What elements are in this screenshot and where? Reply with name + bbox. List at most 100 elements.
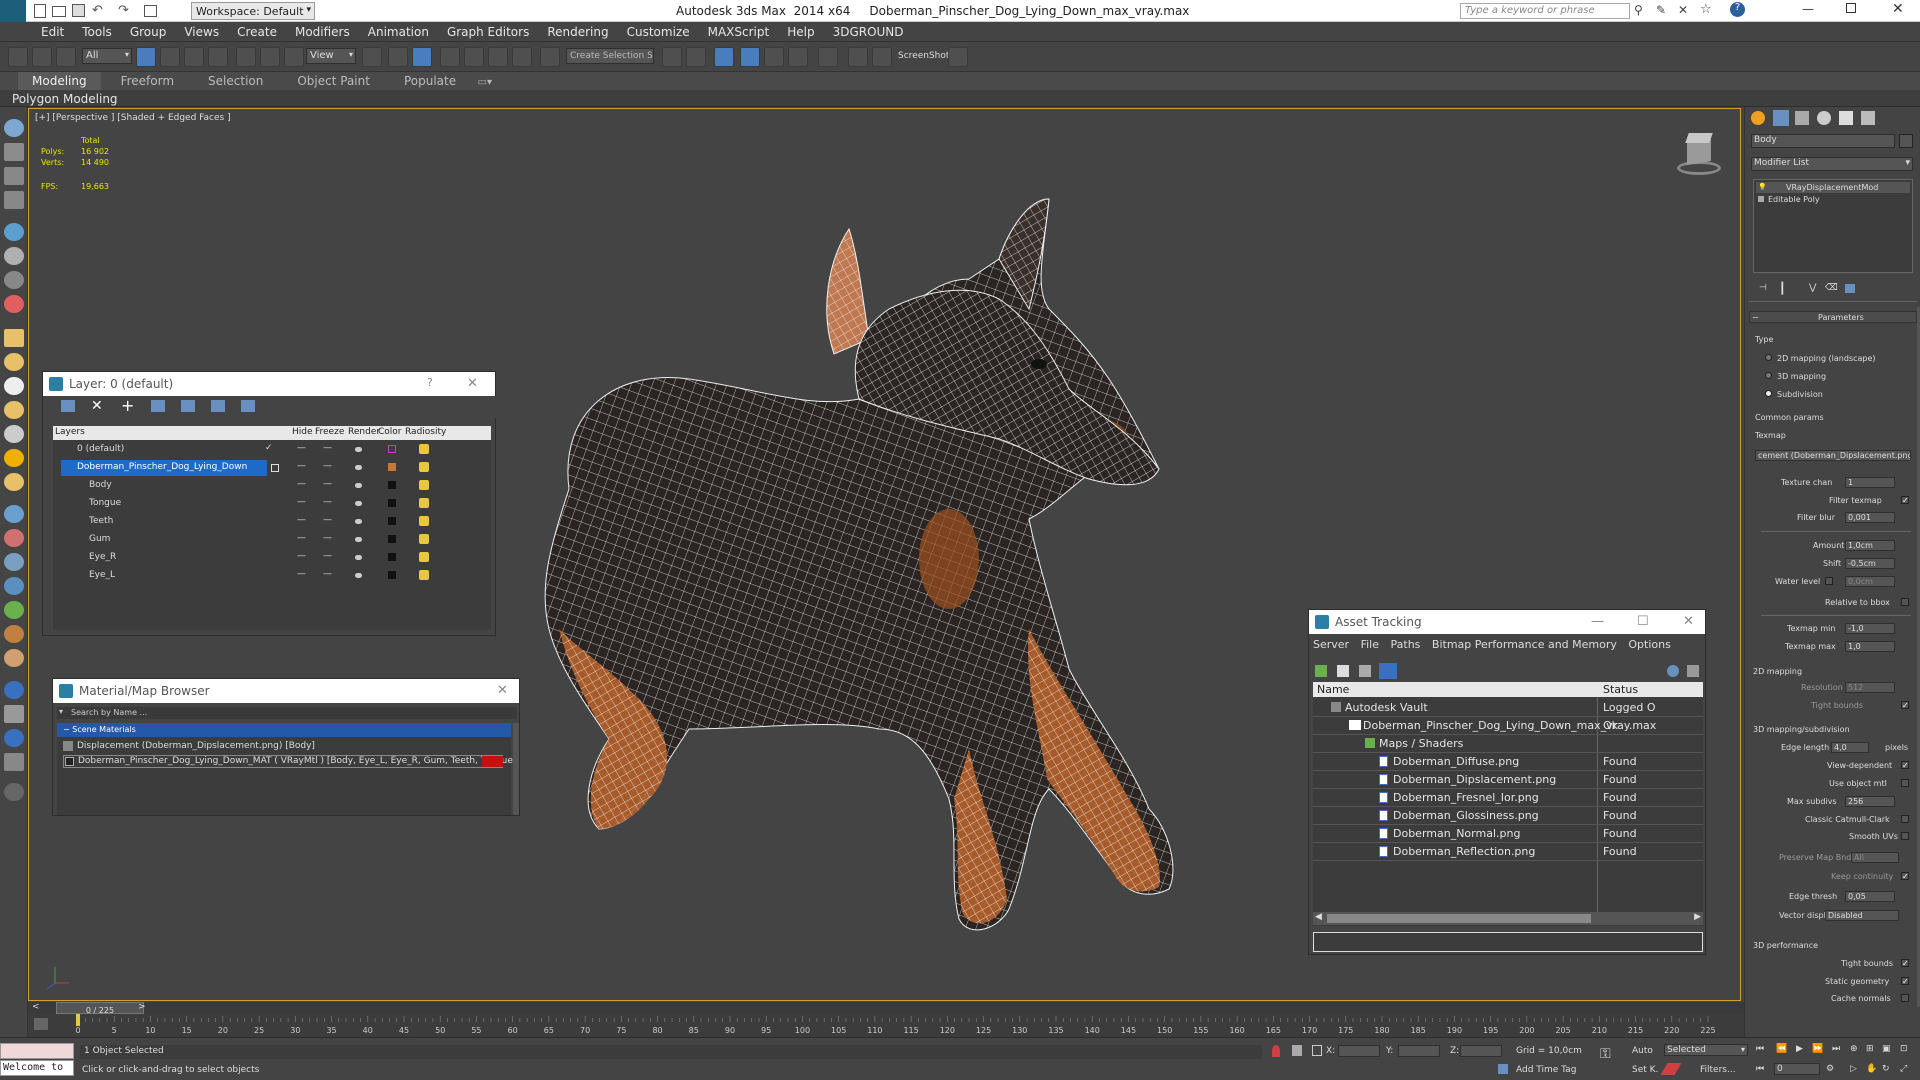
scene-materials-group[interactable]: − Scene Materials	[57, 723, 511, 737]
preserve-map-dropdown[interactable]: All	[1851, 852, 1899, 863]
amount-spinner[interactable]: 1,0cm	[1845, 540, 1895, 551]
material-browser-titlebar[interactable]: Material/Map Browser ✕	[53, 679, 519, 703]
tree-view-icon[interactable]	[1359, 665, 1371, 677]
object-hide-toggle[interactable]: —	[297, 479, 306, 489]
key-mode-toggle-icon[interactable]: ⏮	[1756, 1064, 1764, 1074]
spinner-snap-icon[interactable]	[512, 47, 532, 67]
object-radiosity-icon[interactable]	[419, 516, 429, 526]
layer-radiosity-icon[interactable]	[419, 444, 429, 454]
close-icon[interactable]: ✕	[1683, 614, 1694, 629]
exchange-icon[interactable]: ✕	[1678, 3, 1688, 17]
object-color-swatch[interactable]	[388, 517, 396, 525]
asset-menu-paths[interactable]: Paths	[1391, 638, 1421, 651]
maxscript-mini-listener[interactable]: Welcome to	[0, 1060, 74, 1076]
plane-icon[interactable]	[4, 329, 24, 347]
create-tab-icon[interactable]	[1751, 111, 1765, 125]
scrollbar-thumb[interactable]	[1327, 914, 1591, 923]
object-color-swatch[interactable]	[1899, 134, 1913, 148]
asset-row[interactable]: Doberman_Pinscher_Dog_Lying_Down_max_vra…	[1313, 717, 1703, 735]
align-icon[interactable]	[686, 47, 706, 67]
link-icon[interactable]	[8, 47, 28, 67]
cone-icon[interactable]	[4, 425, 24, 443]
undo-icon[interactable]: ↶	[92, 3, 103, 18]
settings-icon[interactable]	[4, 753, 24, 771]
menu-item[interactable]: Modifiers	[286, 22, 359, 39]
object-color-swatch[interactable]	[388, 481, 396, 489]
material-icon[interactable]	[4, 295, 24, 313]
project-folder-icon[interactable]	[144, 5, 157, 17]
asset-row[interactable]: Doberman_Dipslacement.png Found	[1313, 771, 1703, 789]
object-row[interactable]: Eye_R — —	[53, 550, 453, 566]
window-crossing-icon[interactable]	[208, 47, 228, 67]
lathe-icon[interactable]	[4, 271, 24, 289]
zoom-all-icon[interactable]: ⊞	[1866, 1044, 1874, 1054]
menu-item[interactable]: Graph Editors	[438, 22, 538, 39]
modifier-list-dropdown[interactable]: Modifier List ▾	[1751, 157, 1913, 171]
menu-item[interactable]: Views	[175, 22, 228, 39]
viewport-label[interactable]: [+] [Perspective ] [Shaded + Edged Faces…	[35, 113, 231, 123]
mini-curve-editor-icon[interactable]	[34, 1018, 48, 1030]
curve-editor-icon[interactable]	[764, 47, 784, 67]
time-slider-prev-icon[interactable]: <	[32, 1002, 40, 1012]
asset-menu-file[interactable]: File	[1361, 638, 1379, 651]
rendered-frame-icon[interactable]	[872, 47, 892, 67]
tube-icon[interactable]	[4, 247, 24, 265]
menu-item[interactable]: Rendering	[538, 22, 617, 39]
list-icon[interactable]	[4, 167, 24, 185]
table-view-icon[interactable]	[1379, 663, 1397, 679]
camera-icon[interactable]	[4, 223, 24, 241]
object-freeze-toggle[interactable]: —	[323, 479, 332, 489]
column-header-status[interactable]: Status	[1603, 683, 1638, 696]
play-icon[interactable]: ▶	[1796, 1044, 1803, 1054]
use-object-mtl-checkbox[interactable]	[1901, 779, 1909, 787]
column-header-name[interactable]: Name	[1317, 683, 1349, 696]
layer-hide-toggle[interactable]: —	[297, 461, 306, 471]
tab-populate[interactable]: Populate	[390, 72, 470, 90]
column-header-color[interactable]: Color	[378, 427, 402, 437]
asset-row[interactable]: Autodesk Vault Logged O	[1313, 699, 1703, 717]
material-editor-icon[interactable]	[818, 47, 838, 67]
search-box[interactable]: Type a keyword or phrase	[1460, 3, 1630, 19]
zoom-extents-all-icon[interactable]: ⊡	[1900, 1044, 1908, 1054]
asset-menu-bitmap[interactable]: Bitmap Performance and Memory	[1432, 638, 1617, 651]
menu-item[interactable]: Animation	[359, 22, 438, 39]
material-search-field[interactable]: ▾ Search by Name ...	[57, 707, 517, 719]
object-render-teapot-icon[interactable]	[355, 519, 362, 524]
percent-snap-icon[interactable]	[488, 47, 508, 67]
new-file-icon[interactable]	[34, 4, 46, 18]
object-row[interactable]: Body — —	[53, 478, 453, 494]
help-icon[interactable]	[1667, 665, 1679, 677]
menu-item[interactable]: MAXScript	[699, 22, 779, 39]
material-browser-scrollbar[interactable]	[513, 723, 519, 815]
set-key-icon[interactable]: ⚿	[1600, 1046, 1611, 1062]
rectangular-selection-icon[interactable]	[184, 47, 204, 67]
menu-item[interactable]: Customize	[618, 22, 699, 39]
isolate-selection-icon[interactable]	[1272, 1045, 1280, 1057]
layer-row[interactable]: 0 (default) ✓ — —	[53, 442, 453, 458]
relative-bbox-checkbox[interactable]	[1901, 598, 1909, 606]
static-geometry-checkbox[interactable]: ✓	[1901, 977, 1909, 986]
save-file-icon[interactable]	[72, 4, 85, 17]
filter-texmap-checkbox[interactable]: ✓	[1901, 496, 1909, 505]
binoculars-icon[interactable]: ⚲	[1634, 3, 1643, 17]
hide-all-layers-icon[interactable]	[211, 400, 225, 412]
prev-frame-icon[interactable]: ⏪	[1776, 1044, 1787, 1054]
current-frame-marker[interactable]	[76, 1014, 80, 1026]
menu-item[interactable]: Group	[121, 22, 176, 39]
select-rotate-icon[interactable]	[260, 47, 280, 67]
object-hide-toggle[interactable]: —	[297, 515, 306, 525]
next-frame-icon[interactable]: ⏩	[1812, 1044, 1823, 1054]
layer-freeze-toggle[interactable]: —	[323, 461, 332, 471]
open-file-icon[interactable]	[52, 6, 66, 17]
type-subdivision-radio[interactable]	[1765, 390, 1772, 397]
object-color-swatch[interactable]	[388, 571, 396, 579]
tight-bounds-3d-checkbox[interactable]: ✓	[1901, 959, 1909, 968]
lock-selection-icon[interactable]	[1292, 1045, 1302, 1056]
object-render-teapot-icon[interactable]	[355, 555, 362, 560]
ribbon-sub-label[interactable]: Polygon Modeling	[12, 92, 118, 106]
tight-bounds-2d-checkbox[interactable]: ✓	[1901, 701, 1909, 710]
menu-item[interactable]: Create	[228, 22, 286, 39]
layer-render-teapot-icon[interactable]	[355, 465, 362, 470]
column-header-hide[interactable]: Hide	[292, 427, 313, 437]
selection-filter-dropdown[interactable]: All ▾	[82, 48, 132, 64]
